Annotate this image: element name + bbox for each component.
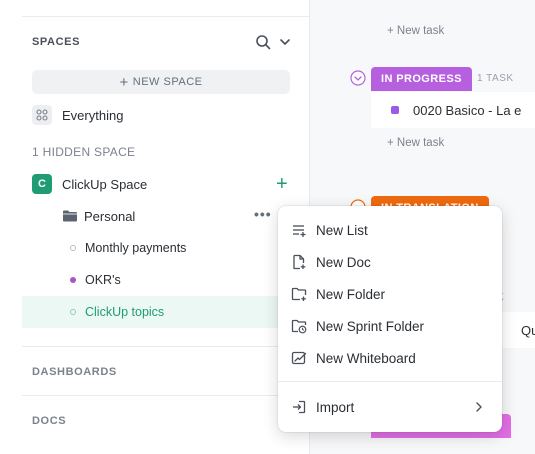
menu-item-label: Import xyxy=(316,399,355,415)
list-status-dot xyxy=(70,245,76,251)
list-name: ClickUp topics xyxy=(85,305,165,319)
chevron-right-icon xyxy=(476,402,482,412)
list-status-dot xyxy=(70,277,76,283)
list-status-dot xyxy=(70,309,76,315)
menu-item-label: New Sprint Folder xyxy=(316,318,425,334)
import-icon xyxy=(293,400,306,414)
sidebar-list-item-active[interactable]: ClickUp topics xyxy=(22,296,310,328)
everything-label: Everything xyxy=(62,107,124,123)
menu-item-new-doc[interactable]: New Doc xyxy=(278,246,502,278)
task-name: 0020 Basico - La e xyxy=(413,102,522,118)
list-name: OKR's xyxy=(85,273,121,287)
sidebar-item-everything[interactable]: Everything xyxy=(32,105,123,125)
menu-item-import[interactable]: Import xyxy=(278,391,502,423)
whiteboard-icon xyxy=(291,351,307,365)
sidebar-list-item[interactable]: Monthly payments xyxy=(22,232,310,264)
dashboards-section[interactable]: DASHBOARDS xyxy=(32,366,117,378)
menu-item-label: New List xyxy=(316,222,368,238)
list-plus-icon xyxy=(293,225,306,237)
list-name: Monthly payments xyxy=(85,241,187,255)
plus-icon: + xyxy=(119,73,129,91)
sidebar-item-space[interactable]: C ClickUp Space xyxy=(32,174,147,194)
space-name: ClickUp Space xyxy=(62,176,148,192)
task-row[interactable]: 0020 Basico - La e xyxy=(371,92,535,128)
status-badge: IN PROGRESS xyxy=(371,67,472,91)
chevron-down-icon[interactable] xyxy=(278,35,292,49)
menu-item-new-whiteboard[interactable]: New Whiteboard xyxy=(278,342,502,374)
sidebar-item-folder[interactable]: Personal xyxy=(62,207,135,225)
menu-item-new-list[interactable]: New List xyxy=(278,214,502,246)
grid-icon xyxy=(32,105,52,125)
hidden-space-toggle[interactable]: 1 HIDDEN SPACE xyxy=(32,145,135,159)
sidebar-list-item[interactable]: OKR's xyxy=(22,264,310,296)
task-name: Que xyxy=(521,322,535,338)
sidebar: SPACES + NEW SPACE Everything 1 HIDDEN S… xyxy=(22,0,310,454)
sidebar-top-divider xyxy=(22,16,310,17)
task-count: 1 TASK xyxy=(477,73,514,84)
more-options-icon[interactable]: ••• xyxy=(254,206,272,222)
menu-divider xyxy=(278,381,502,382)
folder-plus-icon xyxy=(291,287,307,301)
space-avatar: C xyxy=(32,174,52,194)
add-to-space-icon[interactable]: + xyxy=(276,174,288,194)
status-collapse-icon[interactable] xyxy=(350,70,366,86)
docs-section[interactable]: DOCS xyxy=(32,415,66,427)
new-space-label: NEW SPACE xyxy=(132,76,203,88)
menu-item-label: New Doc xyxy=(316,254,371,270)
menu-item-new-sprint-folder[interactable]: New Sprint Folder xyxy=(278,310,502,342)
new-task-button[interactable]: + New task xyxy=(387,137,444,149)
folder-icon xyxy=(63,210,77,222)
new-task-button[interactable]: + New task xyxy=(387,25,444,37)
search-icon[interactable] xyxy=(255,34,271,50)
folder-name: Personal xyxy=(84,208,136,224)
section-divider xyxy=(22,346,310,347)
doc-plus-icon xyxy=(293,254,306,270)
section-divider xyxy=(22,395,310,396)
menu-item-label: New Folder xyxy=(316,286,386,302)
task-status-square xyxy=(391,106,399,114)
create-menu: New List New Doc New Folder New Sprint F… xyxy=(278,206,502,432)
menu-item-label: New Whiteboard xyxy=(316,350,416,366)
sprint-folder-icon xyxy=(291,319,307,334)
menu-item-new-folder[interactable]: New Folder xyxy=(278,278,502,310)
new-space-button[interactable]: + NEW SPACE xyxy=(32,70,290,94)
spaces-header: SPACES xyxy=(32,36,81,48)
